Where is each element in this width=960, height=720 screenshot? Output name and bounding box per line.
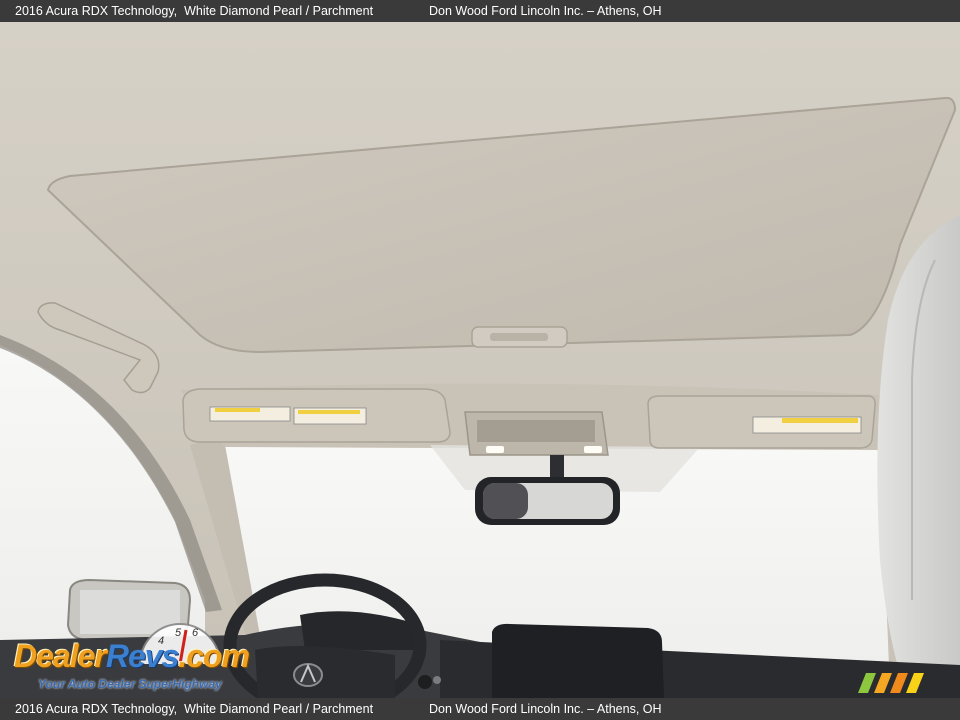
watermark-brand: DealerRevs.com — [14, 638, 250, 674]
dealer-name: Don Wood Ford Lincoln Inc. – Athens, OH — [429, 4, 662, 18]
stripes-icon — [858, 673, 924, 693]
dealer-name-bottom: Don Wood Ford Lincoln Inc. – Athens, OH — [429, 702, 662, 716]
sunroof-handle-grip — [490, 333, 548, 341]
dealerrevs-logo: 4 5 6 DealerRevs.com Your Auto Dealer Su… — [10, 622, 270, 698]
steering-wheel-hub — [255, 646, 395, 698]
center-display-hood — [492, 623, 664, 698]
map-light-right — [584, 446, 602, 453]
watermark-tagline: Your Auto Dealer SuperHighway — [38, 677, 222, 691]
vehicle-title-bottom: 2016 Acura RDX Technology, White Diamond… — [15, 702, 374, 716]
interior-photo — [0, 22, 960, 698]
top-caption-bar: 2016 Acura RDX Technology, White Diamond… — [0, 0, 960, 22]
map-light-left — [486, 446, 504, 453]
vehicle-title: 2016 Acura RDX Technology, White Diamond… — [15, 4, 374, 18]
bottom-caption-bar: 2016 Acura RDX Technology, White Diamond… — [0, 698, 960, 720]
map-light-lens — [477, 420, 595, 442]
